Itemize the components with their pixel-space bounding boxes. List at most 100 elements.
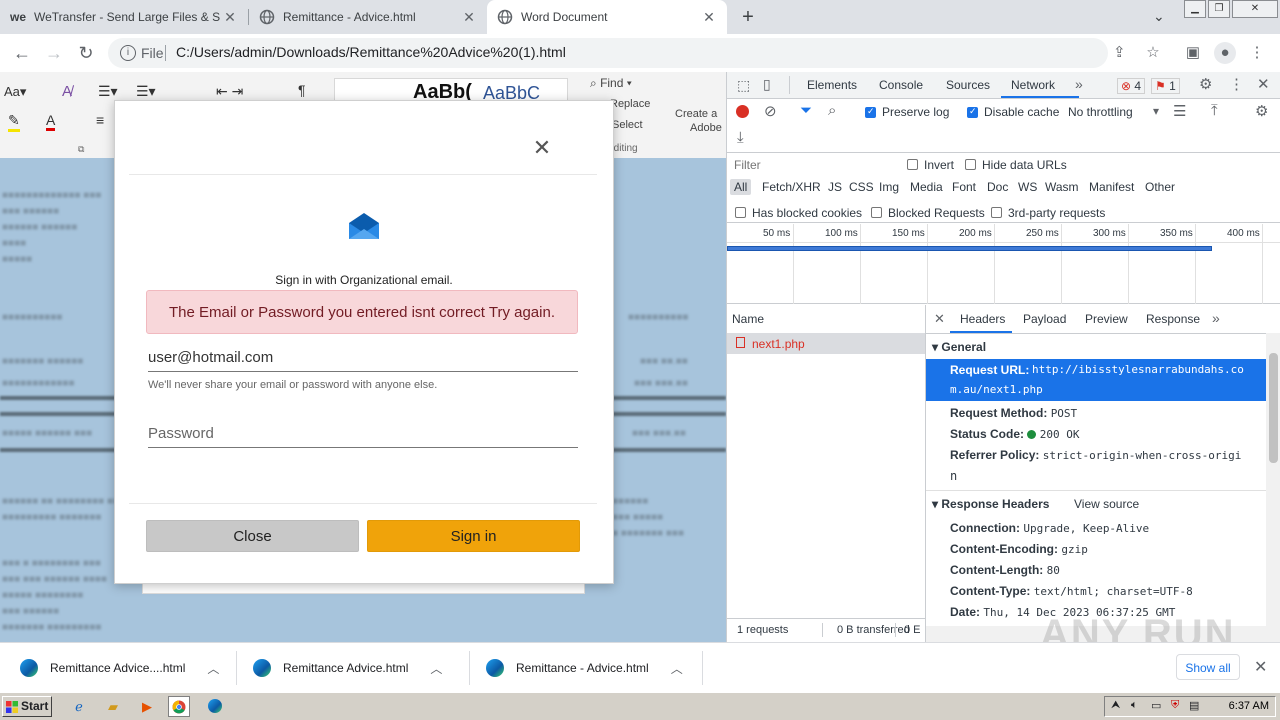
show-all-button[interactable]: Show all [1176,654,1240,680]
type-filter-wasm[interactable]: Wasm [1045,180,1079,194]
type-filter-fetch[interactable]: Fetch/XHR [762,180,821,194]
email-field[interactable] [148,343,578,372]
request-url-row[interactable]: Request URL: http://ibisstylesnarrabunda… [926,359,1266,401]
align-icon[interactable]: ≡ [96,112,104,128]
close-button[interactable]: Close [146,520,359,552]
type-filter-font[interactable]: Font [952,180,976,194]
chevron-up-icon[interactable]: ︿ [430,660,442,677]
tab-preview[interactable]: Preview [1085,312,1128,326]
media-player-icon[interactable]: ▶ [136,696,158,717]
download-item[interactable]: Remittance Advice....html ︿ [20,643,230,693]
more-tabs-icon[interactable]: » [1075,76,1083,92]
language-icon[interactable]: ▤ [1189,699,1199,712]
ie-icon[interactable]: ℯ [68,696,90,717]
bullets-icon[interactable]: ☰▾ [98,83,118,100]
detail-scrollbar[interactable] [1266,333,1280,626]
close-icon[interactable]: ✕ [220,9,240,26]
record-icon[interactable] [736,105,749,118]
tab-network[interactable]: Network [1011,78,1055,92]
share-icon[interactable]: ⇪ [1113,43,1126,61]
replace-button[interactable]: Replace [610,98,650,110]
download-item[interactable]: Remittance Advice.html ︿ [253,643,463,693]
chevron-up-icon[interactable]: ︿ [671,660,683,677]
issues-badge[interactable]: ⚑ 1 [1151,78,1180,94]
network-icon[interactable]: ▭ [1151,699,1161,712]
create-adobe-label[interactable]: Create a [675,108,717,120]
minimize-button[interactable]: ▁ [1184,0,1206,18]
info-icon[interactable]: i [120,45,136,61]
tab-console[interactable]: Console [879,78,923,92]
security-icon[interactable]: ⛨ [1171,699,1179,712]
pilcrow-icon[interactable]: ¶ [298,82,306,98]
type-filter-css[interactable]: CSS [849,180,874,194]
tab-word-document[interactable]: Word Document ✕ [487,0,727,34]
response-headers-toggle[interactable]: ▾ Response Headers [932,497,1049,511]
close-shelf-icon[interactable]: ✕ [1254,657,1267,677]
filter-icon[interactable]: ⏷ [800,102,812,119]
explorer-folder-icon[interactable]: ▰ [102,696,124,717]
chevron-up-icon[interactable]: ︿ [207,660,219,677]
tab-remittance-advice[interactable]: Remittance - Advice.html ✕ [249,0,487,34]
address-bar[interactable]: i File C:/Users/admin/Downloads/Remittan… [108,38,1126,68]
invert-checkbox[interactable] [907,159,918,170]
type-filter-ws[interactable]: WS [1018,180,1037,194]
tray-expand-icon[interactable]: ⮝ [1111,699,1120,712]
hide-data-urls-checkbox[interactable] [965,159,976,170]
type-filter-img[interactable]: Img [879,180,899,194]
device-toolbar-icon[interactable]: ▯ [763,76,771,93]
request-row[interactable]: next1.php [727,333,925,354]
type-filter-js[interactable]: JS [828,180,842,194]
close-devtools-icon[interactable]: ✕ [1257,75,1270,93]
download-item[interactable]: Remittance - Advice.html ︿ [486,643,696,693]
import-har-icon[interactable]: ⤒ [1211,102,1218,119]
select-button[interactable]: Select [612,119,643,131]
tab-headers[interactable]: Headers [960,312,1005,326]
third-party-checkbox[interactable] [991,207,1002,218]
type-filter-other[interactable]: Other [1145,180,1175,194]
numbering-icon[interactable]: ☰▾ [136,83,156,100]
menu-kebab-icon[interactable]: ⋮ [1246,42,1268,64]
back-icon[interactable]: ← [10,41,34,65]
font-size-icon[interactable]: Aa▾ [4,84,26,100]
errors-badge[interactable]: ⊗ 4 [1117,78,1146,94]
export-har-icon[interactable]: ⤓ [737,129,744,146]
type-filter-doc[interactable]: Doc [987,180,1008,194]
throttling-select[interactable]: No throttling [1068,105,1133,119]
profile-avatar-icon[interactable]: ● [1214,42,1236,64]
modal-close-icon[interactable]: ✕ [529,135,555,161]
bookmark-star-icon[interactable]: ☆ [1142,42,1164,64]
settings-gear-icon[interactable]: ⚙ [1199,75,1212,93]
type-filter-media[interactable]: Media [910,180,943,194]
disable-cache-checkbox[interactable] [967,106,978,118]
maximize-button[interactable]: ❐ [1208,0,1230,18]
name-column-header[interactable]: Name [732,312,764,326]
clear-icon[interactable]: ⊘ [764,102,777,120]
blocked-cookies-checkbox[interactable] [735,207,746,218]
close-detail-icon[interactable]: ✕ [934,311,945,327]
chrome-icon[interactable] [168,696,190,717]
type-filter-manifest[interactable]: Manifest [1089,180,1134,194]
tab-response[interactable]: Response [1146,312,1200,326]
tab-sources[interactable]: Sources [946,78,990,92]
filter-input[interactable] [731,156,899,174]
tab-search-icon[interactable]: ⌄ [1153,8,1165,25]
url-text[interactable]: C:/Users/admin/Downloads/Remittance%20Ad… [176,44,566,60]
font-color-icon[interactable]: A [46,112,56,131]
start-button[interactable]: Start [2,696,52,717]
new-tab-button[interactable]: + [736,5,760,29]
password-field[interactable] [148,419,578,448]
edge-icon[interactable] [204,696,226,717]
window-close-button[interactable]: ✕ [1232,0,1278,18]
scrollbar-thumb[interactable] [1269,353,1278,463]
indent-icon[interactable]: ⇤ ⇥ [216,83,243,100]
find-button[interactable]: ⌕ Find ▾ [590,76,632,91]
network-conditions-icon[interactable]: ☰ [1173,102,1186,120]
search-icon[interactable]: ⌕ [828,102,836,119]
chevron-down-icon[interactable]: ▾ [1153,104,1159,118]
close-icon[interactable]: ✕ [699,9,719,26]
inspect-element-icon[interactable]: ⬚ [737,77,750,94]
close-icon[interactable]: ✕ [459,9,479,26]
reload-icon[interactable]: ↻ [74,41,98,65]
dialog-launcher-icon[interactable]: ⧉ [78,144,84,155]
highlight-icon[interactable]: ✎ [8,112,20,132]
